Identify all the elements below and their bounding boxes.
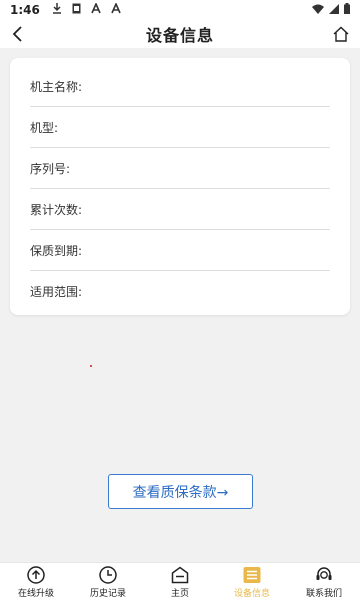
home-button[interactable] — [330, 23, 352, 45]
info-label: 序列号: — [30, 161, 71, 176]
page-title: 设备信息 — [145, 26, 214, 45]
tab-label: 联系我们 — [305, 589, 342, 599]
home-icon — [333, 26, 349, 42]
list-icon — [242, 565, 262, 585]
chevron-left-icon — [12, 26, 22, 42]
battery-icon — [344, 3, 350, 17]
info-row-count: 累计次数: — [30, 189, 330, 230]
tab-home[interactable]: 主页 — [144, 563, 216, 600]
info-row-model: 机型: — [30, 107, 330, 148]
info-label: 适用范围: — [30, 285, 83, 299]
back-button[interactable] — [8, 24, 28, 44]
status-bar: 1:46 — [0, 0, 360, 20]
info-row-scope: 适用范围: — [30, 271, 330, 312]
info-label: 累计次数: — [30, 202, 83, 217]
info-label: 保质到期: — [30, 243, 83, 258]
a-icon — [111, 2, 121, 17]
info-label: 机主名称: — [30, 79, 83, 94]
tab-label: 主页 — [170, 589, 189, 599]
tab-online-upgrade[interactable]: 在线升级 — [0, 563, 72, 600]
info-row-owner: 机主名称: — [30, 66, 330, 107]
headset-icon — [314, 565, 334, 585]
status-time: 1:46 — [10, 3, 40, 17]
tab-history[interactable]: 历史记录 — [72, 563, 144, 600]
sim-icon — [72, 3, 81, 17]
tab-label: 设备信息 — [233, 589, 270, 599]
download-icon — [52, 3, 62, 17]
tab-contact-us[interactable]: 联系我们 — [288, 563, 360, 600]
signal-icon — [329, 3, 339, 17]
tab-device-info[interactable]: 设备信息 — [216, 563, 288, 600]
stray-dot — [90, 365, 92, 367]
info-row-serial: 序列号: — [30, 148, 330, 189]
info-row-warranty-expiry: 保质到期: — [30, 230, 330, 271]
device-info-card: 机主名称: 机型: 序列号: 累计次数: 保质到期: 适用范围: — [10, 58, 350, 315]
status-icons — [52, 2, 121, 17]
info-label: 机型: — [30, 120, 59, 135]
a-icon — [91, 2, 101, 17]
header: 设备信息 — [0, 20, 360, 48]
warranty-terms-button[interactable]: 查看质保条款→ — [108, 474, 253, 509]
upload-circle-icon — [26, 565, 46, 585]
status-right-icons — [312, 3, 350, 17]
tab-label: 历史记录 — [89, 589, 126, 599]
bottom-tab-bar: 在线升级 历史记录 主页 设备信息 联系我们 — [0, 562, 360, 600]
wifi-icon — [312, 3, 324, 17]
home-box-icon — [170, 565, 190, 585]
clock-icon — [98, 565, 118, 585]
tab-label: 在线升级 — [17, 589, 54, 599]
